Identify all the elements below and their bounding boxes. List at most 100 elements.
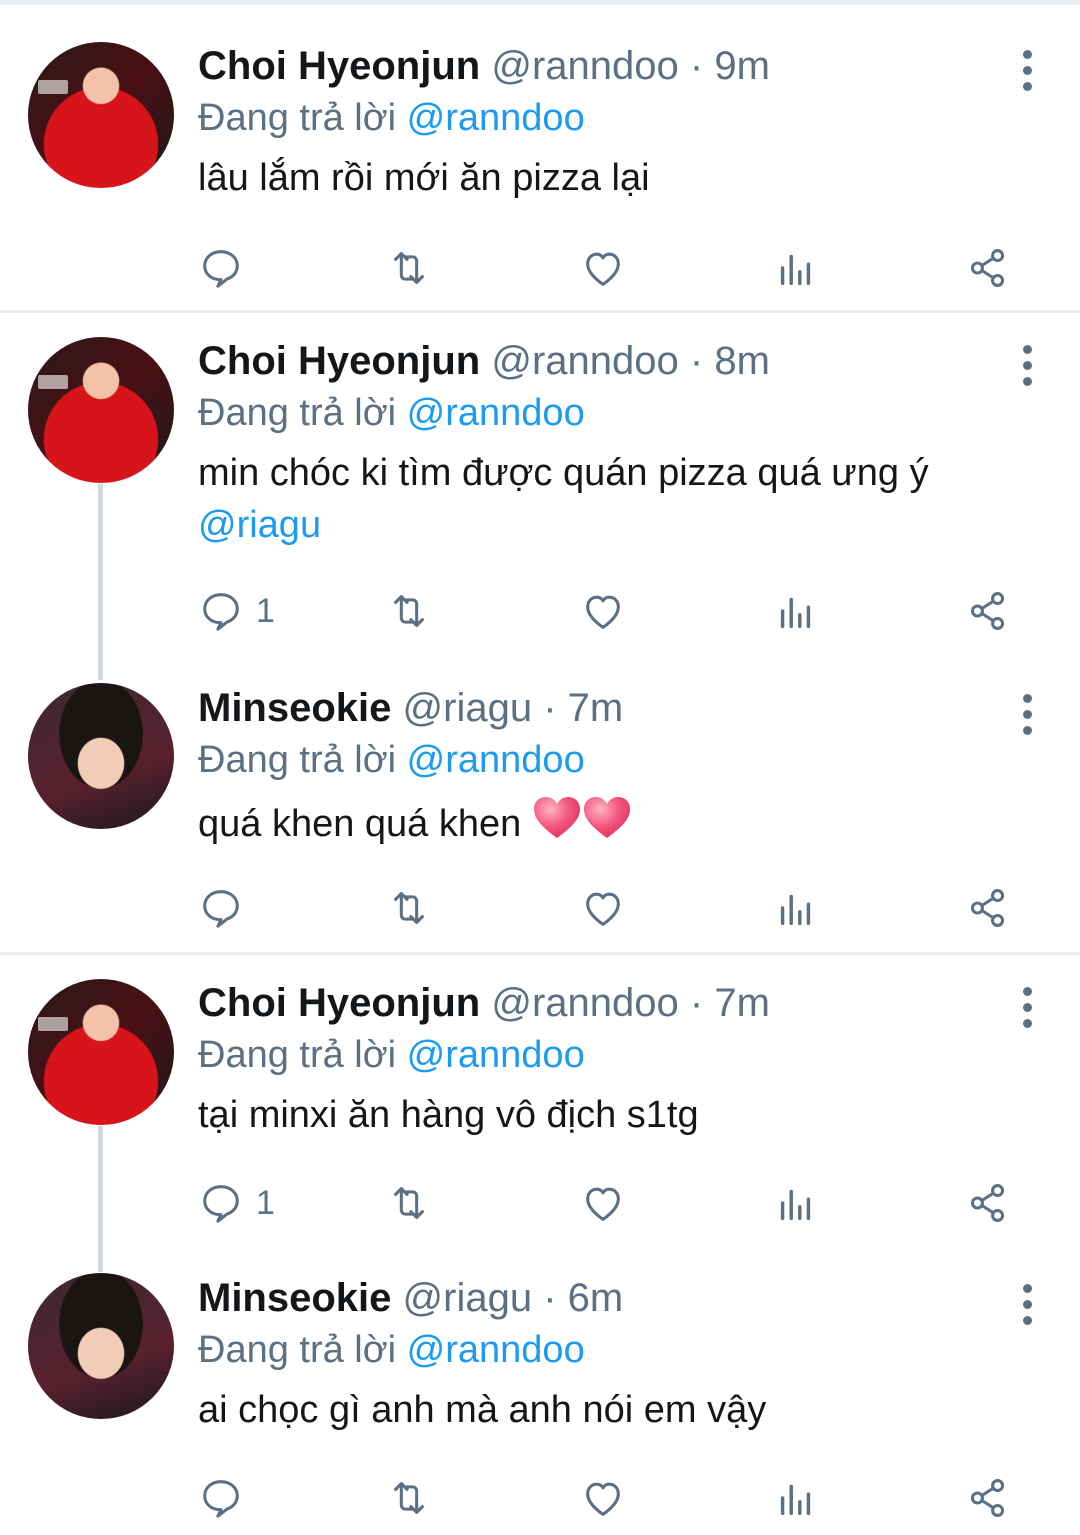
tweet-3[interactable]: Minseokie @riagu · 7m Đang trả lời @rann…	[0, 662, 1080, 952]
retweet-button[interactable]	[386, 878, 432, 938]
retweet-button[interactable]	[386, 1173, 432, 1233]
more-options-icon[interactable]	[1020, 345, 1034, 386]
author-handle[interactable]: @riagu	[403, 686, 533, 730]
tweet-text-content: tại minxi ăn hàng vô địch s1tg	[198, 1094, 699, 1136]
reply-button[interactable]: 1	[198, 581, 275, 641]
two-pink-hearts-emoji	[533, 797, 630, 838]
analytics-icon	[780, 1484, 811, 1516]
action-bar	[198, 878, 1028, 938]
analytics-button[interactable]	[773, 1173, 819, 1233]
analytics-button[interactable]	[773, 581, 819, 641]
reply-mention[interactable]: @ranndoo	[407, 392, 585, 434]
reply-button[interactable]: 1	[198, 1173, 275, 1233]
reply-button[interactable]	[198, 238, 256, 298]
tweet-5[interactable]: Minseokie @riagu · 6m Đang trả lời @rann…	[0, 1252, 1080, 1535]
reply-prefix: Đang trả lời	[198, 739, 397, 781]
action-bar	[198, 238, 1028, 298]
avatar[interactable]	[28, 337, 174, 483]
tweet-2[interactable]: Choi Hyeonjun @ranndoo · 8m Đang trả lời…	[0, 313, 1080, 653]
reply-icon	[203, 593, 239, 631]
reply-icon	[203, 1185, 239, 1223]
replying-to: Đang trả lời @ranndoo	[198, 387, 1040, 439]
author-name[interactable]: Minseokie	[198, 686, 391, 730]
retweet-button[interactable]	[386, 238, 432, 298]
author-name[interactable]: Choi Hyeonjun	[198, 44, 480, 88]
author-name[interactable]: Choi Hyeonjun	[198, 339, 480, 383]
tweet-header: Choi Hyeonjun @ranndoo · 8m	[198, 335, 1040, 387]
tweet-text: ai chọc gì anh mà anh nói em vậy	[198, 1384, 1040, 1436]
author-handle[interactable]: @riagu	[403, 1276, 533, 1320]
text-mention[interactable]: @riagu	[198, 499, 1040, 551]
analytics-button[interactable]	[773, 878, 819, 938]
avatar[interactable]	[28, 683, 174, 829]
tweet-text-content: quá khen quá khen	[198, 803, 522, 845]
like-button[interactable]	[580, 238, 626, 298]
reply-mention[interactable]: @ranndoo	[407, 97, 585, 139]
reply-button[interactable]	[198, 878, 256, 938]
tweet-text: tại minxi ăn hàng vô địch s1tg	[198, 1089, 1040, 1141]
author-name[interactable]: Minseokie	[198, 1276, 391, 1320]
author-handle[interactable]: @ranndoo	[491, 339, 678, 383]
separator-dot: ·	[689, 339, 704, 383]
share-icon	[970, 889, 1005, 927]
analytics-icon	[780, 894, 811, 926]
analytics-button[interactable]	[773, 1468, 819, 1528]
retweet-icon	[394, 892, 424, 924]
retweet-button[interactable]	[386, 1468, 432, 1528]
share-button[interactable]	[965, 1173, 1011, 1233]
like-icon	[586, 595, 620, 629]
reply-prefix: Đang trả lời	[198, 97, 397, 139]
like-button[interactable]	[580, 878, 626, 938]
reply-prefix: Đang trả lời	[198, 392, 397, 434]
tweet-text: min chóc ki tìm được quán pizza quá ưng …	[198, 447, 1040, 551]
separator-dot: ·	[543, 1276, 557, 1320]
tweet-4[interactable]: Choi Hyeonjun @ranndoo · 7m Đang trả lời…	[0, 955, 1080, 1255]
more-options-icon[interactable]	[1020, 694, 1034, 735]
share-button[interactable]	[965, 878, 1011, 938]
replying-to: Đang trả lời @ranndoo	[198, 92, 1040, 144]
author-handle[interactable]: @ranndoo	[491, 981, 678, 1025]
like-icon	[586, 892, 620, 926]
reply-mention[interactable]: @ranndoo	[407, 1034, 585, 1076]
retweet-icon	[394, 252, 424, 284]
share-button[interactable]	[965, 238, 1011, 298]
retweet-icon	[394, 595, 424, 627]
action-bar: 1	[198, 1173, 1028, 1233]
tweet-time[interactable]: 8m	[714, 339, 770, 383]
reply-button[interactable]	[198, 1468, 256, 1528]
analytics-icon	[780, 254, 811, 286]
share-button[interactable]	[965, 581, 1011, 641]
analytics-button[interactable]	[773, 238, 819, 298]
action-bar: 1	[198, 581, 1028, 641]
avatar[interactable]	[28, 979, 174, 1125]
more-options-icon[interactable]	[1020, 987, 1034, 1028]
tweet-header: Minseokie @riagu · 6m	[198, 1272, 1040, 1324]
share-button[interactable]	[965, 1468, 1011, 1528]
tweet-time[interactable]: 9m	[714, 44, 770, 88]
more-options-icon[interactable]	[1020, 1284, 1034, 1325]
tweet-time[interactable]: 6m	[568, 1276, 624, 1320]
tweet-time[interactable]: 7m	[714, 981, 770, 1025]
tweet-header: Choi Hyeonjun @ranndoo · 9m	[198, 40, 1040, 92]
reply-mention[interactable]: @ranndoo	[407, 1329, 585, 1371]
tweet-text: quá khen quá khen	[198, 794, 1040, 850]
author-handle[interactable]: @ranndoo	[491, 44, 678, 88]
tweet-text: lâu lắm rồi mới ăn pizza lại	[198, 152, 1040, 204]
avatar[interactable]	[28, 42, 174, 188]
tweet-time[interactable]: 7m	[568, 686, 624, 730]
tweet-1[interactable]: Choi Hyeonjun @ranndoo · 9m Đang trả lời…	[0, 0, 1080, 312]
reply-icon	[203, 890, 239, 928]
reply-mention[interactable]: @ranndoo	[407, 739, 585, 781]
tweet-header: Choi Hyeonjun @ranndoo · 7m	[198, 977, 1040, 1029]
like-button[interactable]	[580, 581, 626, 641]
reply-count: 1	[256, 1183, 275, 1222]
tweet-text-content: ai chọc gì anh mà anh nói em vậy	[198, 1389, 767, 1431]
author-name[interactable]: Choi Hyeonjun	[198, 981, 480, 1025]
like-button[interactable]	[580, 1173, 626, 1233]
like-button[interactable]	[580, 1468, 626, 1528]
more-options-icon[interactable]	[1020, 50, 1034, 91]
retweet-button[interactable]	[386, 581, 432, 641]
analytics-icon	[780, 597, 811, 629]
reply-prefix: Đang trả lời	[198, 1034, 397, 1076]
avatar[interactable]	[28, 1273, 174, 1419]
